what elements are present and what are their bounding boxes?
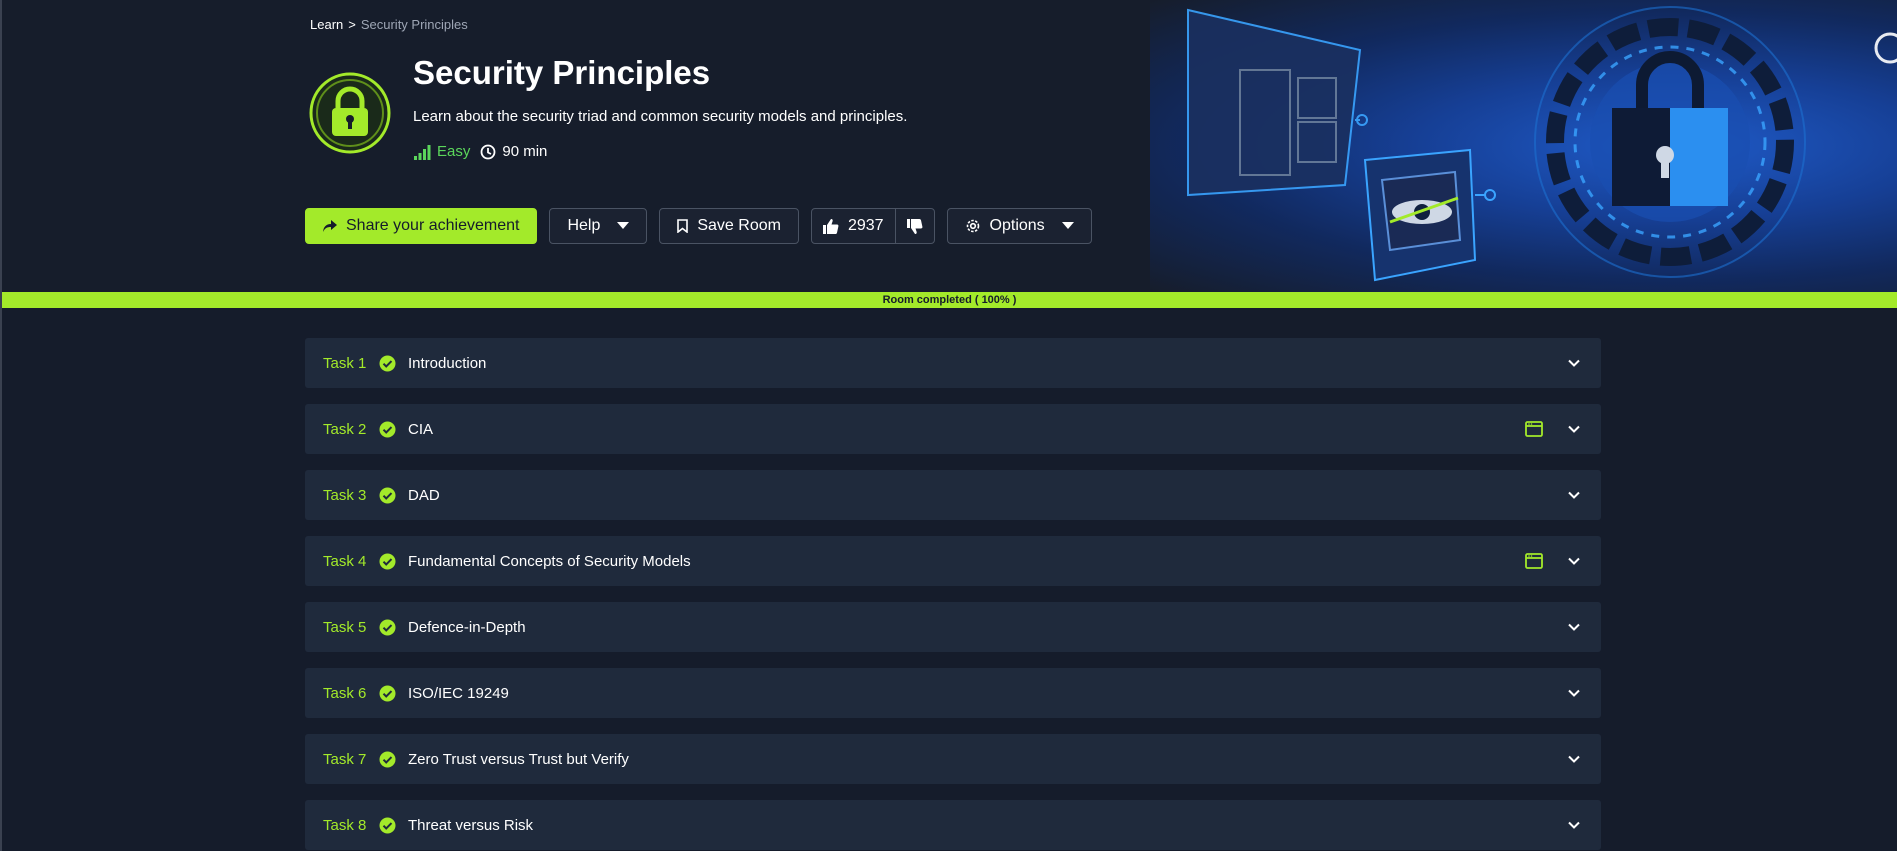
bookmark-icon (677, 219, 689, 233)
thumbs-up-icon (822, 218, 839, 234)
duration-label: 90 min (502, 143, 548, 160)
task-number: Task 3 (323, 486, 367, 504)
check-circle-icon (379, 619, 396, 635)
task-row[interactable]: Task 7 Zero Trust versus Trust but Verify (305, 734, 1601, 784)
task-row[interactable]: Task 4 Fundamental Concepts of Security M… (305, 536, 1601, 586)
check-circle-icon (379, 421, 396, 437)
difficulty-label: Easy (437, 143, 471, 160)
clock-icon (480, 144, 496, 159)
task-number: Task 2 (323, 420, 367, 438)
task-number: Task 1 (323, 354, 367, 372)
difficulty-badge: Easy (413, 143, 470, 160)
task-row[interactable]: Task 1 Introduction (305, 338, 1601, 388)
check-circle-icon (379, 751, 396, 767)
task-number: Task 4 (323, 552, 367, 570)
task-number: Task 8 (323, 816, 367, 834)
chevron-down-icon[interactable] (1567, 422, 1581, 436)
gear-icon (966, 219, 979, 233)
thumbs-down-icon (906, 218, 922, 234)
chevron-down-icon[interactable] (1567, 752, 1581, 766)
room-meta: Easy 90 min (413, 143, 547, 160)
check-circle-icon (379, 553, 396, 569)
machine-window-icon[interactable] (1525, 421, 1543, 437)
check-circle-icon (379, 355, 396, 371)
upvote-count: 2937 (847, 217, 884, 234)
door-panel-illustration (1187, 8, 1368, 197)
signal-bars-icon (414, 144, 431, 160)
check-circle-icon (379, 487, 396, 503)
share-achievement-label: Share your achievement (346, 217, 520, 234)
task-number: Task 7 (323, 750, 367, 768)
help-label: Help (567, 217, 601, 234)
task-title: Zero Trust versus Trust but Verify (408, 750, 629, 768)
options-label: Options (989, 217, 1045, 234)
eye-panel-illustration (1363, 148, 1496, 282)
task-number: Task 6 (323, 684, 367, 702)
gear-illustration (1874, 32, 1897, 64)
window-edge (0, 0, 2, 851)
chevron-down-icon[interactable] (1567, 356, 1581, 370)
task-title: Introduction (408, 354, 487, 372)
lock-circle-illustration (1534, 6, 1806, 278)
share-achievement-button[interactable]: Share your achievement (305, 208, 538, 244)
help-dropdown-button[interactable]: Help (549, 208, 648, 244)
check-circle-icon (379, 685, 396, 701)
vote-group: 2937 (810, 208, 935, 244)
task-title: CIA (408, 420, 434, 438)
chevron-down-icon[interactable] (1567, 554, 1581, 568)
breadcrumb: Learn > Security Principles (310, 17, 468, 32)
task-row[interactable]: Task 6 ISO/IEC 19249 (305, 668, 1601, 718)
save-room-button[interactable]: Save Room (659, 208, 799, 244)
caret-down-icon (1061, 222, 1074, 229)
check-circle-icon (379, 817, 396, 833)
task-title: Defence-in-Depth (408, 618, 526, 636)
downvote-button[interactable] (896, 209, 934, 243)
breadcrumb-learn-link[interactable]: Learn (310, 17, 343, 32)
task-row[interactable]: Task 2 CIA (305, 404, 1601, 454)
task-title: Fundamental Concepts of Security Models (408, 552, 691, 570)
task-row[interactable]: Task 5 Defence-in-Depth (305, 602, 1601, 652)
room-title: Security Principles (413, 54, 711, 91)
machine-window-icon[interactable] (1525, 553, 1543, 569)
breadcrumb-separator: > (348, 17, 356, 32)
save-room-label: Save Room (697, 217, 781, 234)
share-icon (323, 219, 337, 232)
room-progress-bar: Room completed ( 100% ) (2, 292, 1897, 308)
chevron-down-icon[interactable] (1567, 818, 1581, 832)
task-number: Task 5 (323, 618, 367, 636)
task-title: Threat versus Risk (408, 816, 534, 834)
chevron-down-icon[interactable] (1567, 686, 1581, 700)
task-row[interactable]: Task 3 DAD (305, 470, 1601, 520)
task-title: DAD (408, 486, 440, 504)
options-dropdown-button[interactable]: Options (946, 208, 1092, 244)
task-title: ISO/IEC 19249 (408, 684, 509, 702)
upvote-button[interactable]: 2937 (812, 209, 895, 243)
chevron-down-icon[interactable] (1567, 620, 1581, 634)
banner-illustration (1150, 0, 1897, 292)
breadcrumb-current: Security Principles (360, 17, 468, 32)
caret-down-icon (617, 222, 630, 229)
room-actions: Share your achievement Help Save Room 29… (305, 208, 1092, 244)
task-list: Task 1 Introduction Task 2 CIA Task 3 DAD Task… (305, 338, 1601, 851)
chevron-down-icon[interactable] (1567, 488, 1581, 502)
padlock-icon (308, 71, 392, 155)
room-description: Learn about the security triad and commo… (413, 108, 908, 125)
duration-badge: 90 min (480, 143, 547, 160)
task-row[interactable]: Task 8 Threat versus Risk (305, 800, 1601, 850)
progress-label: Room completed ( 100% ) (882, 294, 1017, 306)
room-header: Learn > Security Principles Security Pri… (0, 0, 1897, 292)
